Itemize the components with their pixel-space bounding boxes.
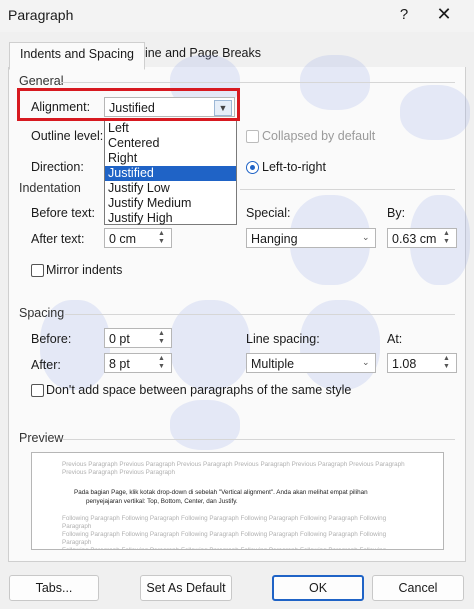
indentation-heading: Indentation [19, 181, 81, 195]
spacing-after-label: After: [31, 358, 61, 372]
dropdown-option-justified[interactable]: Justified [105, 166, 236, 181]
line-spacing-label: Line spacing: [246, 332, 320, 346]
preview-following-paragraph: Following Paragraph Following Paragraph … [62, 547, 412, 549]
ltr-radio[interactable] [246, 161, 259, 174]
chevron-down-icon[interactable]: ⌄ [362, 233, 372, 242]
preview-heading: Preview [19, 431, 64, 445]
spacing-before-input[interactable]: 0 pt ▲ ▼ [104, 328, 172, 348]
dropdown-option-right[interactable]: Right [105, 151, 236, 166]
at-label: At: [387, 332, 403, 346]
by-input[interactable]: 0.63 cm ▲ ▼ [387, 228, 457, 248]
spinner-icon[interactable]: ▲ ▼ [158, 230, 168, 246]
divider [62, 439, 455, 440]
dropdown-option-justify-medium[interactable]: Justify Medium [105, 196, 236, 211]
by-label: By: [387, 206, 406, 220]
alignment-dropdown: Left Centered Right Justified Justify Lo… [104, 120, 237, 225]
dont-add-space-checkbox[interactable] [31, 384, 44, 397]
collapsed-checkbox[interactable] [246, 130, 259, 143]
after-text-label: After text: [31, 232, 85, 246]
collapsed-label: Collapsed by default [262, 129, 376, 143]
outline-level-label: Outline level: [31, 129, 104, 143]
tabs-button[interactable]: Tabs... [9, 575, 99, 601]
preview-previous-paragraph: Previous Paragraph Previous Paragraph [62, 469, 176, 476]
set-as-default-button[interactable]: Set As Default [140, 575, 232, 601]
special-value: Hanging [251, 232, 298, 246]
watermark-shape [400, 85, 470, 140]
mirror-indents-checkbox[interactable] [31, 264, 44, 277]
spacing-after-value: 8 pt [109, 357, 130, 371]
spinner-icon[interactable]: ▲ ▼ [158, 330, 168, 346]
spinner-icon[interactable]: ▲ ▼ [443, 355, 453, 371]
spacing-before-label: Before: [31, 332, 72, 346]
at-value: 1.08 [392, 357, 417, 371]
highlight-box [17, 88, 240, 121]
dont-add-space-label: Don't add space between paragraphs of th… [46, 383, 352, 397]
divider [65, 314, 455, 315]
dropdown-option-justify-low[interactable]: Justify Low [105, 181, 236, 196]
preview-box: Previous Paragraph Previous Paragraph Pr… [31, 452, 444, 550]
at-input[interactable]: 1.08 ▲ ▼ [387, 353, 457, 373]
spacing-before-value: 0 pt [109, 332, 130, 346]
preview-previous-paragraph: Previous Paragraph Previous Paragraph Pr… [62, 461, 405, 468]
by-value: 0.63 cm [392, 232, 437, 246]
line-spacing-value: Multiple [251, 357, 295, 371]
preview-paragraph-text: Pada bagian Page, klik kotak drop-down d… [74, 489, 368, 496]
divider [60, 82, 455, 83]
watermark-shape [170, 400, 240, 450]
tab-indents-and-spacing[interactable]: Indents and Spacing [9, 42, 145, 70]
help-icon[interactable]: ? [396, 6, 412, 23]
special-label: Special: [246, 206, 291, 220]
direction-label: Direction: [31, 160, 84, 174]
spacing-after-input[interactable]: 8 pt ▲ ▼ [104, 353, 172, 373]
ltr-label: Left-to-right [262, 160, 326, 174]
dialog-title: Paragraph [8, 7, 74, 23]
general-heading: General [19, 74, 64, 88]
dropdown-option-left[interactable]: Left [105, 121, 236, 136]
preview-following-paragraph: Following Paragraph Following Paragraph … [62, 531, 387, 546]
dropdown-option-centered[interactable]: Centered [105, 136, 236, 151]
spacing-heading: Spacing [19, 306, 65, 320]
dropdown-option-justify-high[interactable]: Justify High [105, 211, 236, 226]
preview-following-paragraph: Following Paragraph Following Paragraph … [62, 515, 387, 530]
close-icon[interactable]: ✕ [436, 4, 452, 25]
ok-button[interactable]: OK [272, 575, 364, 601]
after-text-value: 0 cm [109, 232, 137, 246]
after-text-input[interactable]: 0 cm ▲ ▼ [104, 228, 172, 248]
line-spacing-select[interactable]: Multiple ⌄ [246, 353, 376, 373]
mirror-indents-label: Mirror indents [46, 263, 123, 277]
before-text-label: Before text: [31, 206, 95, 220]
cancel-button[interactable]: Cancel [372, 575, 464, 601]
spinner-icon[interactable]: ▲ ▼ [158, 355, 168, 371]
chevron-down-icon[interactable]: ⌄ [362, 358, 372, 367]
special-select[interactable]: Hanging ⌄ [246, 228, 376, 248]
divider [240, 189, 455, 190]
preview-paragraph-text: penyejajaran vertikal: Top, Bottom, Cent… [86, 498, 238, 505]
spinner-icon[interactable]: ▲ ▼ [443, 230, 453, 246]
